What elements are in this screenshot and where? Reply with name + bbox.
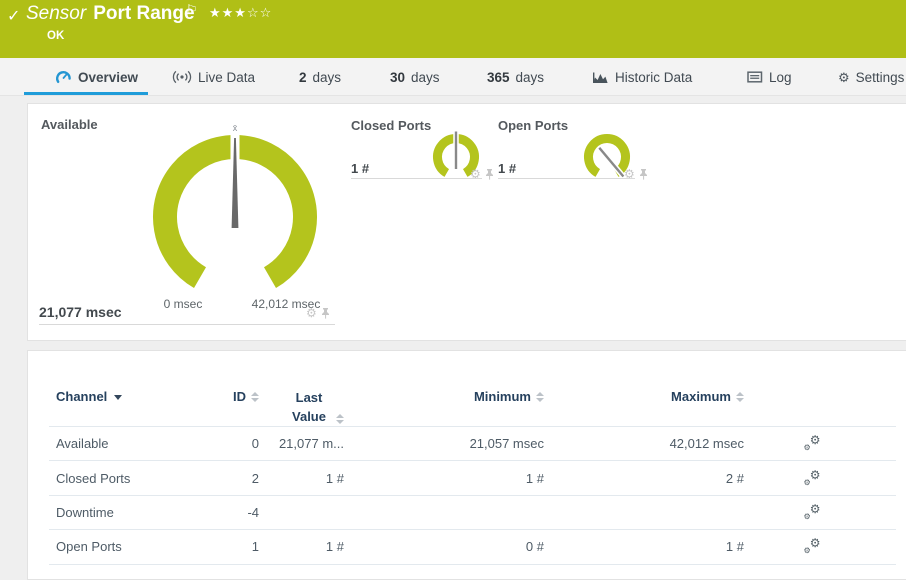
table-row[interactable]: Closed Ports 2 1 # 1 # 2 # ⚙ ⚙	[49, 461, 896, 496]
gauge-label-available: Available	[41, 117, 98, 132]
channel-last-value: 1 #	[325, 470, 344, 486]
tab-30-days[interactable]: 30 days	[390, 58, 440, 96]
tab-label: Overview	[78, 69, 139, 85]
tab-label: days	[515, 69, 545, 85]
column-header-last-value[interactable]: Last Value	[287, 389, 344, 427]
column-header-minimum[interactable]: Minimum	[474, 389, 544, 404]
table-header-row: Channel ID Last Value Minimum Maximum	[49, 351, 896, 427]
channels-table-panel: Channel ID Last Value Minimum Maximum Av…	[27, 350, 906, 580]
channel-id: -4	[247, 504, 259, 520]
column-label: ID	[233, 389, 246, 404]
table-row[interactable]: Open Ports 1 1 # 0 # 1 # ⚙ ⚙	[49, 530, 896, 565]
tab-365-days[interactable]: 365 days	[487, 58, 544, 96]
gauges-panel: Available x̄ 0 msec 42,012 msec 21,077 m…	[27, 103, 906, 341]
gauge-label-open-ports: Open Ports	[498, 118, 569, 133]
tab-historic-data[interactable]: Historic Data	[592, 58, 692, 96]
tab-label: days	[312, 69, 342, 85]
tab-label: Live Data	[198, 69, 256, 85]
sort-icon	[336, 413, 344, 424]
channel-settings-icon[interactable]: ⚙ ⚙	[804, 503, 821, 521]
column-label: Minimum	[473, 389, 531, 404]
channel-last-value: 21,077 m...	[278, 436, 344, 452]
tab-label: days	[411, 69, 440, 85]
tab-overview[interactable]: Overview	[55, 58, 138, 96]
channel-id: 1	[251, 539, 259, 555]
tab-log[interactable]: Log	[747, 58, 792, 96]
channel-name[interactable]: Available	[56, 436, 229, 451]
gauge-needle	[598, 147, 625, 178]
sort-icon	[736, 392, 744, 402]
gauge-value-closed-ports: 1 #	[351, 161, 370, 176]
channel-name[interactable]: Open Ports	[56, 539, 229, 554]
channel-settings-icon[interactable]: ⚙ ⚙	[804, 434, 821, 452]
flag-icon[interactable]: ⚐	[186, 2, 198, 18]
channel-name[interactable]: Closed Ports	[56, 471, 229, 486]
divider	[498, 178, 635, 179]
table-row[interactable]: Available 0 21,077 m... 21,057 msec 42,0…	[49, 427, 896, 462]
area-chart-icon	[593, 72, 608, 83]
sort-desc-icon	[114, 395, 123, 400]
gauge-value-open-ports: 1 #	[498, 161, 517, 176]
column-header-maximum[interactable]: Maximum	[671, 389, 744, 404]
channel-last-value: 1 #	[325, 539, 344, 555]
tab-number: 365	[487, 69, 510, 85]
pin-icon[interactable]	[321, 307, 330, 319]
column-label: Maximum	[671, 389, 731, 404]
page-title: Sensor Port Range	[26, 3, 195, 25]
channel-minimum: 21,057 msec	[469, 436, 544, 452]
gauge-label-closed-ports: Closed Ports	[351, 118, 432, 133]
gauge-icon	[56, 71, 71, 83]
tab-label: Settings	[855, 69, 905, 85]
status-badge: OK	[47, 30, 65, 42]
column-header-channel[interactable]: Channel	[56, 389, 123, 404]
pin-icon[interactable]	[639, 168, 648, 180]
priority-stars[interactable]: ★★★☆☆	[209, 5, 272, 21]
pin-icon[interactable]	[485, 168, 494, 180]
channel-maximum: 2 #	[725, 470, 744, 486]
gauge-scale-min: 0 msec	[163, 297, 203, 311]
status-ok-check-icon: ✓	[7, 8, 21, 25]
tab-label: Historic Data	[615, 69, 693, 85]
tab-number: 2	[299, 69, 307, 85]
divider	[39, 324, 335, 325]
object-kind-label: Sensor	[26, 3, 87, 24]
mean-marker: x̄	[233, 123, 238, 133]
tab-live-data[interactable]: Live Data	[172, 58, 255, 96]
gauge-value-available: 21,077 msec	[39, 304, 122, 320]
channel-maximum: 1 #	[725, 539, 744, 555]
channel-minimum: 0 #	[525, 539, 544, 555]
tab-label: Log	[769, 69, 792, 85]
gauge-actions: ⚙	[306, 307, 330, 319]
sort-icon	[536, 392, 544, 402]
radio-waves-icon	[172, 70, 192, 84]
active-tab-underline	[24, 91, 148, 95]
divider	[351, 178, 482, 179]
column-header-id[interactable]: ID	[233, 389, 259, 404]
column-label: Last Value	[292, 390, 326, 424]
tab-2-days[interactable]: 2 days	[299, 58, 341, 96]
channel-id: 0	[251, 436, 259, 452]
channel-settings-icon[interactable]: ⚙ ⚙	[804, 469, 821, 487]
gauge-gear-icon[interactable]: ⚙	[306, 307, 317, 319]
sort-icon	[251, 392, 259, 402]
available-gauge[interactable]: x̄	[135, 122, 335, 315]
channel-settings-icon[interactable]: ⚙ ⚙	[804, 537, 821, 555]
gear-icon: ⚙	[838, 69, 850, 85]
sensor-name: Port Range	[93, 3, 195, 24]
tab-number: 30	[390, 69, 406, 85]
channel-maximum: 42,012 msec	[669, 436, 744, 452]
sensor-header: ✓ Sensor Port Range ⚐ ★★★☆☆ OK	[0, 0, 906, 58]
table-row[interactable]: Downtime -4 ⚙ ⚙	[49, 496, 896, 531]
log-icon	[747, 71, 763, 83]
channel-name[interactable]: Downtime	[56, 505, 229, 520]
channel-id: 2	[251, 470, 259, 486]
column-label: Channel	[56, 389, 108, 404]
channel-minimum: 1 #	[525, 470, 544, 486]
tab-settings[interactable]: ⚙ Settings	[838, 58, 904, 96]
tab-bar: Overview Live Data 2 days 30 days 365 da…	[0, 58, 906, 96]
